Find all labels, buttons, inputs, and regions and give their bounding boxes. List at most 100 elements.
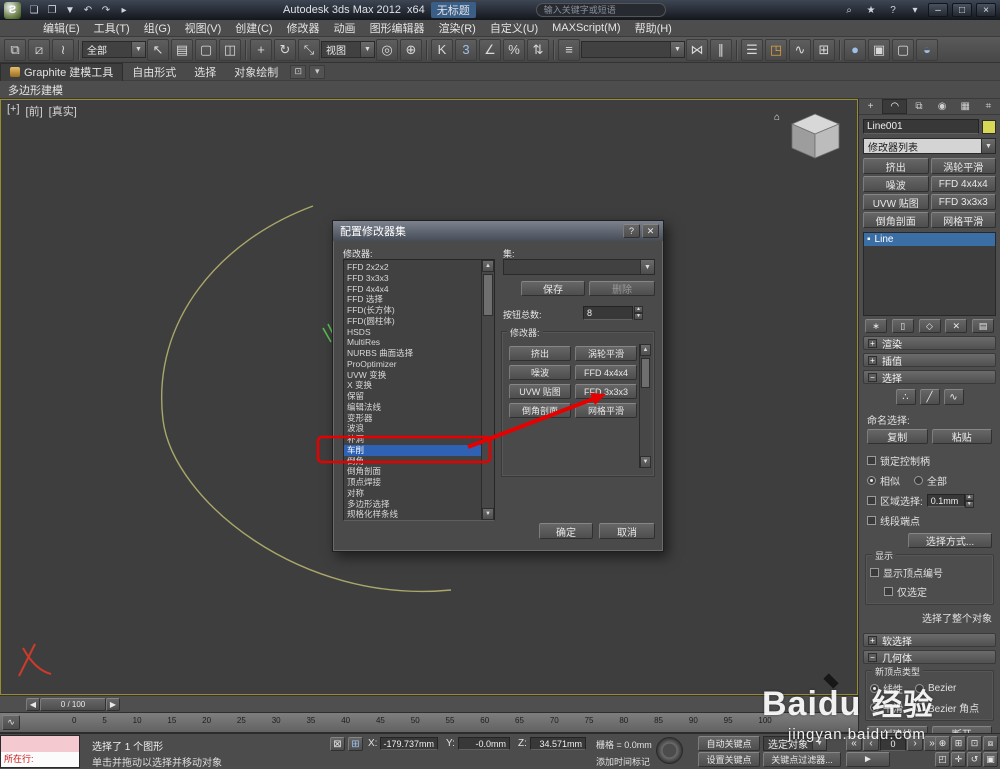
go-to-start-icon[interactable]: « [846, 736, 862, 751]
utilities-tab-icon[interactable]: ⌗ [977, 99, 1000, 114]
window-crossing-icon[interactable]: ◫ [219, 38, 241, 61]
hierarchy-tab-icon[interactable]: ⧉ [907, 99, 930, 114]
mini-curve-editor-icon[interactable]: ∿ [2, 715, 20, 730]
vertex-subobject-icon[interactable]: ∴ [895, 389, 916, 405]
modifier-list-item[interactable]: ProOptimizer [344, 359, 481, 370]
modifier-stack[interactable]: ▪ Line [863, 232, 996, 316]
modifier-list-item[interactable]: 多边形选择 [344, 499, 481, 510]
previous-frame-icon[interactable]: ‹ [863, 736, 879, 751]
segment-subobject-icon[interactable]: ╱ [919, 389, 940, 405]
set-button-ffd3x3x3[interactable]: FFD 3x3x3 [575, 384, 637, 399]
play-button[interactable]: ► [846, 752, 890, 767]
linear-radio[interactable] [870, 684, 879, 693]
modifier-list-item[interactable]: 变形器 [344, 413, 481, 424]
graphite-ribbon-toggle-icon[interactable]: ◳ [765, 38, 787, 61]
menu-create[interactable]: 创建(C) [228, 20, 279, 36]
stack-item-line[interactable]: ▪ Line [864, 233, 995, 246]
maxscript-mini-listener[interactable]: 所在行: [0, 735, 80, 768]
zoom-extents-all-icon[interactable]: ⧈ [983, 736, 998, 751]
dialog-title-bar[interactable]: 配置修改器集 ? ✕ [333, 221, 663, 241]
modifier-button-uvw-map[interactable]: UVW 贴图 [863, 194, 929, 210]
show-end-result-icon[interactable]: ▯ [891, 319, 914, 333]
project-folder-icon[interactable]: ▸ [116, 2, 132, 18]
x-coordinate-field[interactable]: -179.737mm [380, 737, 438, 750]
modifier-list-item[interactable]: FFD 3x3x3 [344, 273, 481, 284]
set-button-meshsmooth[interactable]: 网格平滑 [575, 403, 637, 418]
modifier-button-extrude[interactable]: 挤出 [863, 158, 929, 174]
select-and-manipulate-icon[interactable]: ⊕ [400, 38, 422, 61]
auto-key-button[interactable]: 自动关键点 [698, 736, 760, 751]
percent-snap-icon[interactable]: % [503, 38, 525, 61]
select-by-name-icon[interactable]: ▤ [171, 38, 193, 61]
remove-modifier-icon[interactable]: ✕ [945, 319, 968, 333]
modifier-list-item[interactable]: HSDS [344, 327, 481, 338]
curve-editor-icon[interactable]: ∿ [789, 38, 811, 61]
use-pivot-center-icon[interactable]: ◎ [376, 38, 398, 61]
total-buttons-field[interactable]: 8 [583, 306, 633, 320]
unlink-selection-icon[interactable]: ⧄ [28, 38, 50, 61]
menu-modifiers[interactable]: 修改器 [280, 20, 327, 36]
rollout-selection[interactable]: − 选择 [863, 370, 996, 385]
favorites-star-icon[interactable]: ★ [863, 2, 879, 18]
track-bar[interactable]: ∿ 05 10 15 20 25 30 35 40 45 50 55 60 65 70 75 … [0, 713, 858, 733]
angle-snap-icon[interactable]: ∠ [479, 38, 501, 61]
select-and-move-icon[interactable]: + [250, 38, 272, 61]
modifier-list-item[interactable]: FFD 选择 [344, 294, 481, 305]
smooth-radio[interactable] [870, 703, 879, 712]
app-logo-icon[interactable]: Ƨ [4, 1, 21, 19]
y-coordinate-field[interactable]: -0.0mm [458, 737, 510, 750]
modifier-list-item[interactable]: MultiRes [344, 337, 481, 348]
named-selection-sets-combo[interactable]: ▼ [581, 41, 685, 58]
dialog-close-button[interactable]: ✕ [642, 224, 659, 238]
segment-end-checkbox[interactable] [867, 516, 876, 525]
z-coordinate-field[interactable]: 34.571mm [530, 737, 586, 750]
modify-tab-icon[interactable]: ◠ [882, 99, 908, 114]
ribbon-collapse-icon[interactable]: ▾ [309, 64, 326, 79]
set-button-noise[interactable]: 噪波 [509, 365, 571, 380]
modifier-list-item[interactable]: FFD 4x4x4 [344, 284, 481, 295]
reference-coordinate-combo[interactable]: 视图 ▼ [321, 41, 375, 58]
scroll-down-icon[interactable]: ▼ [640, 456, 651, 468]
modifier-list-item[interactable]: 倒角 [344, 456, 481, 467]
tab-object-paint[interactable]: 对象绘制 [225, 63, 287, 81]
save-file-icon[interactable]: ▼ [62, 2, 78, 18]
navigation-wheel-icon[interactable] [656, 737, 683, 764]
make-unique-icon[interactable]: ◇ [918, 319, 941, 333]
modifier-list-item[interactable]: FFD(长方体) [344, 305, 481, 316]
modifier-list-item[interactable]: 编辑法线 [344, 402, 481, 413]
viewport-menu-shading[interactable]: [真实] [49, 103, 77, 119]
pin-stack-icon[interactable]: ∗ [865, 319, 887, 333]
absolute-mode-icon[interactable]: ⊞ [348, 737, 363, 751]
modifier-list-item[interactable]: 规格化样条线 [344, 509, 481, 520]
menu-graph-editors[interactable]: 图形编辑器 [363, 20, 432, 36]
zoom-extents-icon[interactable]: ⊡ [967, 736, 982, 751]
rollout-geometry[interactable]: − 几何体 [863, 650, 996, 665]
snap-toggle-icon[interactable]: 3 [455, 38, 477, 61]
dialog-help-button[interactable]: ? [623, 224, 640, 238]
object-name-field[interactable]: Line001 [863, 119, 979, 134]
group-scrollbar[interactable]: ▲ ▼ [639, 344, 651, 468]
material-editor-icon[interactable]: ● [844, 38, 866, 61]
sets-dropdown[interactable]: ▼ [503, 259, 655, 275]
total-buttons-spinner[interactable]: ▲ ▼ [634, 306, 643, 320]
modifier-list-item[interactable]: 保留 [344, 391, 481, 402]
align-icon[interactable]: ∥ [710, 38, 732, 61]
create-line-button[interactable]: 创建线 [867, 726, 928, 733]
set-button-ffd4x4x4[interactable]: FFD 4x4x4 [575, 365, 637, 380]
modifier-list-item[interactable]: UVW 变换 [344, 370, 481, 381]
copy-button[interactable]: 复制 [867, 429, 928, 444]
all-modifiers-list[interactable]: FFD 2x2x2 FFD 3x3x3 FFD 4x4x4 FFD 选择 FFD… [343, 259, 495, 521]
ribbon-config-icon[interactable]: ⊡ [290, 64, 307, 79]
break-button[interactable]: 断开 [931, 726, 992, 733]
keyboard-override-icon[interactable]: K [431, 38, 453, 61]
modifier-list-item[interactable]: X 变换 [344, 380, 481, 391]
current-frame-field[interactable]: 0 [880, 736, 906, 751]
bezier-corner-radio[interactable] [915, 703, 924, 712]
render-production-icon[interactable]: ◒ [916, 38, 938, 61]
scroll-thumb[interactable] [641, 358, 650, 388]
modifier-list-item-selected[interactable]: 车削 [344, 444, 481, 456]
maximize-button[interactable]: □ [952, 3, 972, 17]
stack-bulb-icon[interactable]: ▪ [867, 234, 871, 245]
scroll-thumb[interactable] [483, 274, 493, 316]
paste-button[interactable]: 粘贴 [931, 429, 992, 444]
